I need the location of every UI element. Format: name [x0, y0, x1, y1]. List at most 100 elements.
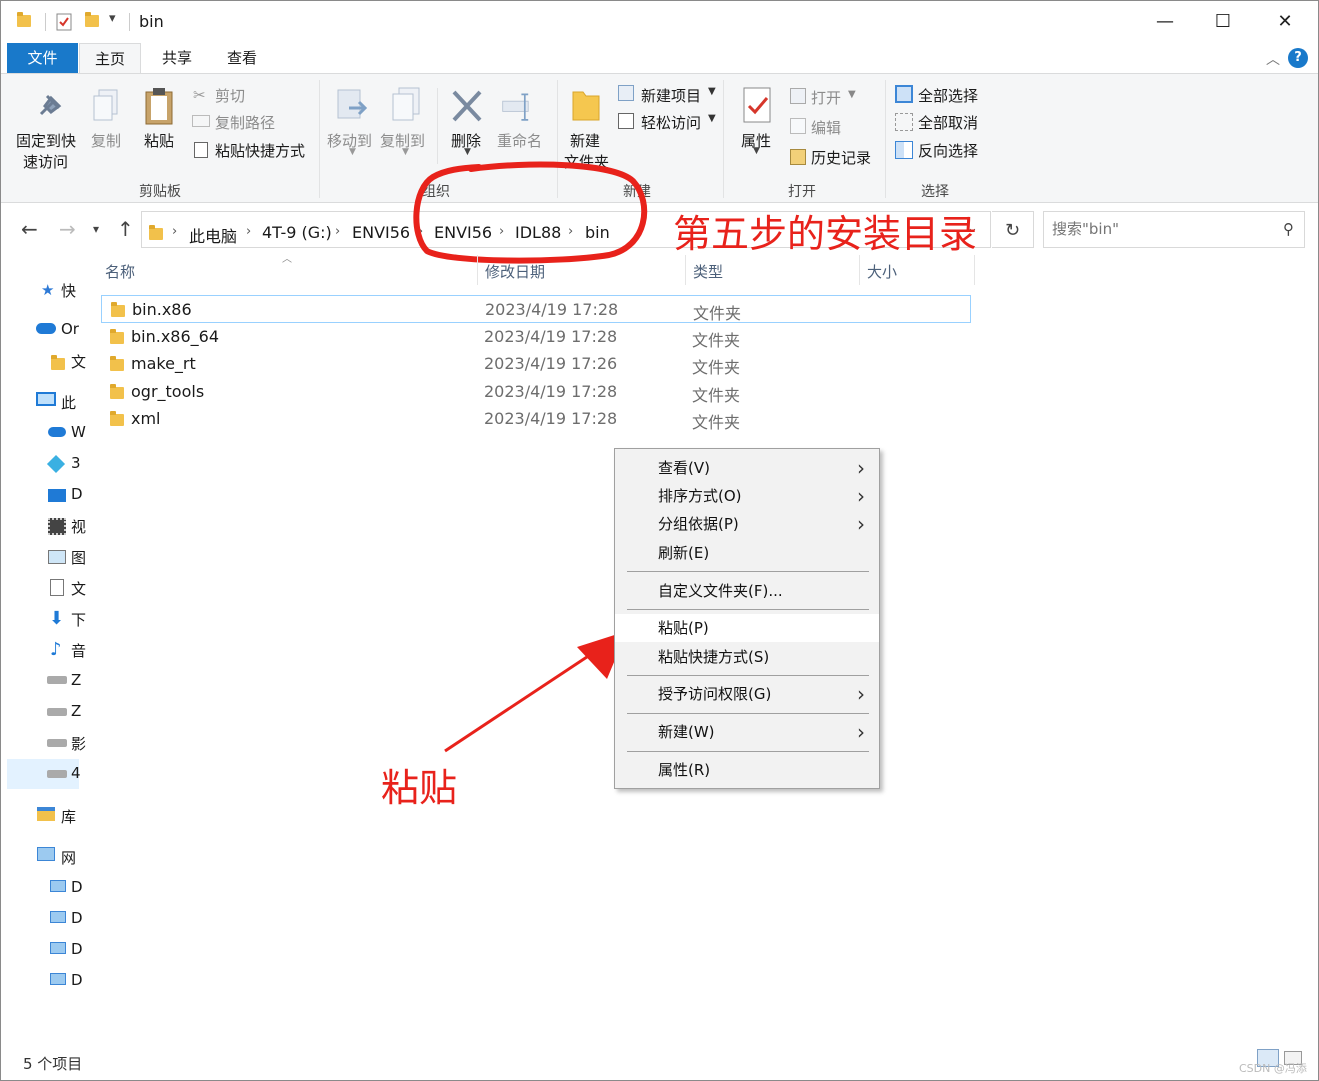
folder-icon: [110, 356, 124, 371]
table-row[interactable]: bin.x86 2023/4/19 17:28 文件夹: [101, 295, 971, 323]
chevron-down-icon: ▼: [708, 113, 716, 124]
menu-item-view[interactable]: 查看(V) ›: [615, 454, 879, 482]
menu-item-give-access[interactable]: 授予访问权限(G) ›: [615, 680, 879, 708]
nav-network[interactable]: 网: [61, 847, 107, 868]
table-row[interactable]: xml 2023/4/19 17:28 文件夹: [101, 405, 971, 433]
menu-item-group-by[interactable]: 分组依据(P) ›: [615, 510, 879, 538]
new-folder-icon[interactable]: [85, 12, 99, 37]
nav-3d-objects[interactable]: 3: [71, 454, 117, 472]
tab-home[interactable]: 主页: [79, 43, 141, 73]
window-title: bin: [139, 12, 164, 31]
file-name: ogr_tools: [131, 382, 205, 401]
up-icon[interactable]: ↑: [117, 217, 134, 241]
new-folder-button[interactable]: 新建: [570, 130, 600, 151]
nav-downloads[interactable]: 下: [71, 609, 117, 630]
divider[interactable]: [477, 255, 478, 285]
chevron-right-icon[interactable]: ›: [246, 224, 251, 239]
copy-button[interactable]: 复制: [91, 130, 121, 151]
divider: [627, 571, 869, 572]
nav-drive-c[interactable]: Z: [71, 671, 117, 689]
nav-net-pc-1[interactable]: D: [71, 878, 117, 896]
tab-file[interactable]: 文件: [7, 43, 78, 73]
divider[interactable]: [859, 255, 860, 285]
rename-button[interactable]: 重命名: [497, 130, 542, 151]
copy-path-button[interactable]: 复制路径: [215, 112, 275, 133]
easy-access-button[interactable]: 轻松访问: [641, 112, 701, 133]
table-row[interactable]: ogr_tools 2023/4/19 17:28 文件夹: [101, 378, 971, 406]
new-item-button[interactable]: 新建项目: [641, 85, 701, 106]
chevron-right-icon[interactable]: ›: [172, 224, 177, 239]
paste-button[interactable]: 粘贴: [144, 130, 174, 151]
nav-net-pc-3[interactable]: D: [71, 940, 117, 958]
invert-selection-icon: [895, 141, 913, 159]
file-type: 文件夹: [692, 358, 741, 377]
tab-share[interactable]: 共享: [149, 43, 205, 73]
sort-ascending-icon: ︿: [282, 254, 292, 265]
breadcrumb-drive[interactable]: 4T-9 (G:): [262, 223, 332, 242]
drive-icon: [47, 739, 67, 747]
menu-item-sort[interactable]: 排序方式(O) ›: [615, 482, 879, 510]
collapse-ribbon-icon[interactable]: ︿: [1266, 49, 1280, 69]
chevron-right-icon[interactable]: ›: [335, 224, 340, 239]
nav-music[interactable]: 音: [71, 640, 117, 661]
folder-icon: [17, 12, 31, 37]
edit-button[interactable]: 编辑: [811, 117, 841, 138]
menu-item-properties[interactable]: 属性(R): [615, 756, 879, 784]
table-row[interactable]: bin.x86_64 2023/4/19 17:28 文件夹: [101, 323, 971, 351]
context-menu: 查看(V) › 排序方式(O) › 分组依据(P) › 刷新(E) 自定义文件夹(F)…: [614, 448, 880, 789]
nav-drive-d[interactable]: Z: [71, 702, 117, 720]
table-row[interactable]: make_rt 2023/4/19 17:26 文件夹: [101, 350, 971, 378]
divider[interactable]: [685, 255, 686, 285]
nav-libraries[interactable]: 库: [61, 806, 107, 827]
forward-icon[interactable]: →: [59, 217, 76, 241]
maximize-icon[interactable]: ☐: [1203, 9, 1243, 35]
divider[interactable]: [974, 255, 975, 285]
menu-item-customize[interactable]: 自定义文件夹(F)...: [615, 577, 879, 605]
open-button[interactable]: 打开: [811, 87, 841, 108]
chevron-down-icon[interactable]: ▾: [109, 11, 116, 33]
menu-item-paste-shortcut[interactable]: 粘贴快捷方式(S): [615, 643, 879, 671]
column-size[interactable]: 大小: [867, 261, 897, 282]
nav-drive-g[interactable]: 4: [71, 764, 117, 782]
menu-item-paste[interactable]: 粘贴(P): [615, 614, 879, 642]
nav-desktop[interactable]: D: [71, 485, 117, 503]
nav-docs[interactable]: 文: [71, 578, 117, 599]
close-icon[interactable]: ✕: [1265, 9, 1305, 35]
nav-drive-e[interactable]: 影: [71, 733, 117, 754]
column-date[interactable]: 修改日期: [485, 261, 545, 282]
help-icon[interactable]: ?: [1288, 48, 1308, 68]
search-icon[interactable]: ⚲: [1283, 220, 1294, 238]
recent-locations-icon[interactable]: ▾: [93, 222, 99, 236]
easy-access-icon: [618, 113, 634, 129]
breadcrumb-envi56[interactable]: ENVI56: [352, 223, 410, 242]
invert-selection-button[interactable]: 反向选择: [918, 140, 978, 161]
ribbon: 固定到快 速访问 复制 粘贴 ✂ 剪切 复制路径 粘贴快捷方式 剪贴板 移动到 …: [1, 73, 1318, 203]
column-name[interactable]: 名称: [105, 261, 135, 282]
nav-net-pc-2[interactable]: D: [71, 909, 117, 927]
back-icon[interactable]: ←: [21, 217, 38, 241]
copy-to-icon: [392, 87, 420, 121]
menu-item-new[interactable]: 新建(W) ›: [615, 718, 879, 746]
search-box[interactable]: ⚲: [1043, 211, 1305, 248]
search-input[interactable]: [1052, 220, 1262, 238]
menu-item-refresh[interactable]: 刷新(E): [615, 539, 879, 567]
refresh-icon[interactable]: ↻: [992, 211, 1034, 248]
select-all-button[interactable]: 全部选择: [918, 85, 978, 106]
cut-button[interactable]: 剪切: [215, 85, 245, 106]
paste-shortcut-button[interactable]: 粘贴快捷方式: [215, 140, 305, 161]
pin-quick-access-button[interactable]: 固定到快: [16, 130, 76, 151]
divider: [627, 751, 869, 752]
nav-videos[interactable]: 视: [71, 516, 117, 537]
nav-net-pc-4[interactable]: D: [71, 971, 117, 989]
minimize-icon[interactable]: —: [1145, 9, 1185, 35]
select-none-button[interactable]: 全部取消: [918, 112, 978, 133]
properties-icon[interactable]: [56, 13, 72, 31]
computer-icon: [50, 942, 66, 954]
breadcrumb-this-pc[interactable]: 此电脑: [189, 223, 237, 247]
tab-view[interactable]: 查看: [213, 43, 271, 73]
column-type[interactable]: 类型: [693, 261, 723, 282]
nav-pictures[interactable]: 图: [71, 547, 117, 568]
music-icon: ♪: [50, 639, 62, 660]
history-button[interactable]: 历史记录: [811, 147, 871, 168]
chevron-right-icon: ›: [857, 720, 865, 744]
